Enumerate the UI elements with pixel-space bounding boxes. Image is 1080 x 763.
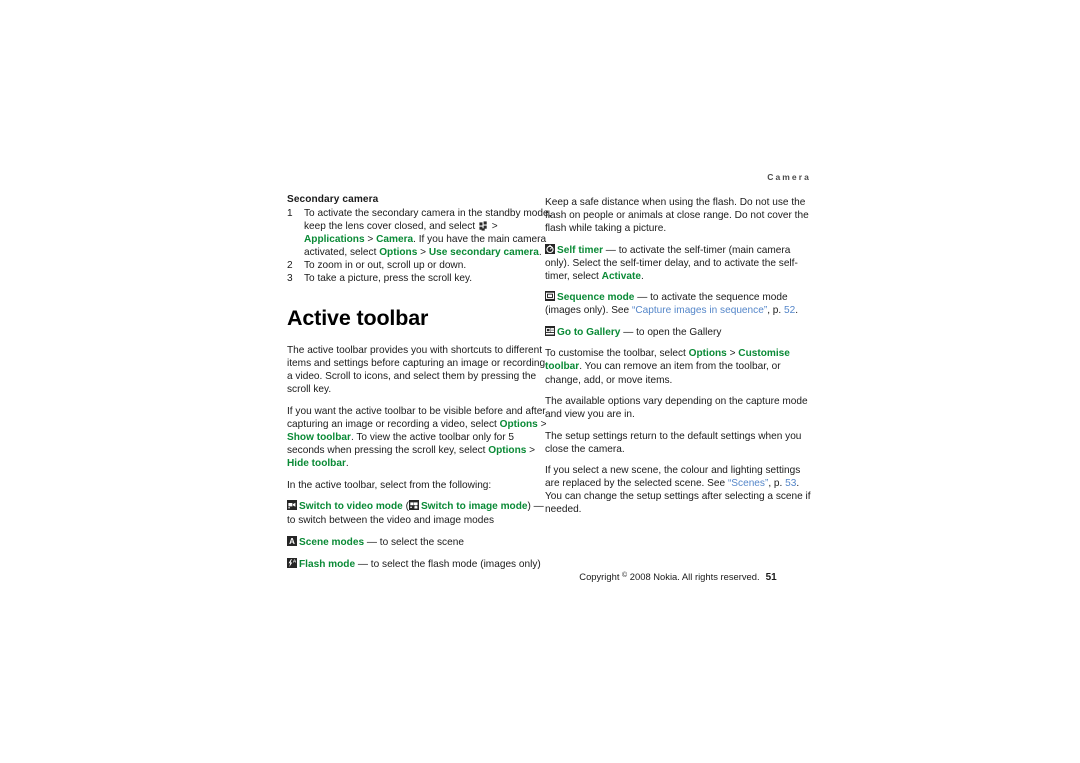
svg-text:A: A bbox=[289, 537, 295, 546]
flash-mode-icon: A bbox=[287, 557, 297, 568]
paragraph-select-following: In the active toolbar, select from the f… bbox=[287, 479, 492, 491]
toolbar-item-self-timer: Self timer — to activate the self-timer … bbox=[545, 243, 811, 283]
scene-modes-icon: A bbox=[287, 535, 297, 546]
image-mode-icon bbox=[408, 500, 419, 511]
ui-term-options: Options bbox=[488, 445, 527, 457]
toolbar-item-description: — to open the Gallery bbox=[620, 326, 722, 338]
cross-reference-link[interactable]: “Scenes” bbox=[728, 478, 768, 489]
text-fragment: . bbox=[345, 458, 349, 470]
toolbar-item-label: Sequence mode bbox=[557, 292, 635, 304]
toolbar-item-switch-mode: Switch to video mode (Switch to image mo… bbox=[287, 500, 553, 527]
page-title: Active toolbar bbox=[287, 306, 429, 331]
running-header: Camera bbox=[767, 172, 811, 182]
list-item: 3 To take a picture, press the scroll ke… bbox=[287, 272, 553, 285]
ui-term-show-toolbar: Show toolbar bbox=[287, 432, 351, 444]
right-column: Keep a safe distance when using the flas… bbox=[545, 196, 811, 525]
numbered-steps-list: 1 To activate the secondary camera in th… bbox=[287, 207, 553, 285]
video-mode-icon bbox=[287, 500, 297, 511]
step-text-fragment: To activate the secondary camera in the … bbox=[304, 208, 552, 233]
page-number: 51 bbox=[765, 572, 777, 583]
toolbar-item-label: Self timer bbox=[557, 244, 603, 256]
step-text: To activate the secondary camera in the … bbox=[304, 208, 551, 258]
sequence-mode-icon bbox=[545, 291, 555, 302]
paragraph-flash-warning: Keep a safe distance when using the flas… bbox=[545, 197, 809, 235]
ui-term-options: Options bbox=[499, 419, 538, 431]
toolbar-item-label: Flash mode bbox=[299, 558, 356, 570]
toolbar-item-description: — to select the flash mode (images only) bbox=[355, 558, 541, 570]
go-to-gallery-icon bbox=[545, 325, 555, 336]
text-fragment: > bbox=[726, 348, 739, 360]
step-text: To zoom in or out, scroll up or down. bbox=[304, 260, 467, 272]
text-fragment: . bbox=[640, 270, 644, 282]
ui-term-options: Options bbox=[379, 247, 418, 259]
text-fragment: , p. bbox=[767, 305, 785, 317]
ui-term-hide-toolbar: Hide toolbar bbox=[287, 458, 346, 470]
ui-term-camera: Camera bbox=[376, 234, 414, 246]
paragraph-show-hide-toolbar: If you want the active toolbar to be vis… bbox=[287, 405, 553, 470]
copyright-text-rest: 2008 Nokia. All rights reserved. bbox=[627, 571, 760, 582]
step-text-fragment: > bbox=[417, 247, 429, 259]
paragraph-setup-settings: The setup settings return to the default… bbox=[545, 430, 802, 455]
self-timer-icon bbox=[545, 243, 555, 254]
step-text-fragment: > bbox=[488, 221, 498, 233]
cross-reference-link[interactable]: “Capture images in sequence” bbox=[632, 305, 767, 316]
toolbar-item-description: — to select the scene bbox=[364, 536, 464, 548]
cross-reference-page-link[interactable]: 53 bbox=[785, 478, 796, 489]
step-text: To take a picture, press the scroll key. bbox=[304, 273, 473, 285]
list-item: 1 To activate the secondary camera in th… bbox=[287, 207, 553, 259]
ui-term-use-secondary-camera: Use secondary camera bbox=[428, 247, 539, 259]
step-text-fragment: . bbox=[538, 247, 542, 259]
toolbar-item-flash-mode: A Flash mode — to select the flash mode (… bbox=[287, 557, 553, 572]
ui-term-options: Options bbox=[688, 348, 727, 360]
toolbar-item-scene-modes: A Scene modes — to select the scene bbox=[287, 535, 553, 550]
text-fragment: . You can remove an item from the toolba… bbox=[545, 361, 781, 386]
step-text-fragment: > bbox=[364, 234, 377, 246]
text-fragment: To customise the toolbar, select bbox=[545, 348, 689, 360]
left-column: Secondary camera 1 To activate the secon… bbox=[287, 193, 553, 580]
toolbar-item-label: Switch to video mode bbox=[299, 501, 403, 513]
toolbar-item-label: Switch to image mode bbox=[420, 501, 528, 513]
toolbar-item-label: Scene modes bbox=[299, 536, 365, 548]
step-number: 2 bbox=[287, 260, 293, 272]
step-number: 3 bbox=[287, 273, 293, 285]
document-page: Camera Secondary camera 1 To activate th… bbox=[0, 0, 1080, 763]
text-fragment: > bbox=[526, 445, 536, 457]
toolbar-item-label: Go to Gallery bbox=[557, 326, 621, 338]
toolbar-item-sequence-mode: Sequence mode — to activate the sequence… bbox=[545, 291, 811, 317]
cross-reference-page-link[interactable]: 52 bbox=[784, 305, 795, 316]
ui-term-applications: Applications bbox=[304, 234, 365, 246]
menu-key-icon bbox=[479, 220, 488, 231]
list-item: 2 To zoom in or out, scroll up or down. bbox=[287, 259, 553, 272]
step-number: 1 bbox=[287, 208, 293, 219]
toolbar-item-go-to-gallery: Go to Gallery — to open the Gallery bbox=[545, 325, 811, 339]
subheading-secondary-camera: Secondary camera bbox=[287, 194, 379, 205]
ui-term-activate: Activate bbox=[601, 270, 641, 282]
paragraph-new-scene: If you select a new scene, the colour an… bbox=[545, 464, 811, 516]
chapter-heading-wrap: Active toolbar bbox=[287, 306, 553, 330]
page-footer: Copyright © 2008 Nokia. All rights reser… bbox=[545, 571, 811, 583]
copyright-text: Copyright bbox=[579, 571, 623, 582]
paragraph-options-vary: The available options vary depending on … bbox=[545, 396, 808, 421]
text-fragment: . bbox=[795, 305, 799, 317]
paragraph-customise-toolbar: To customise the toolbar, select Options… bbox=[545, 347, 811, 386]
text-fragment: , p. bbox=[768, 478, 786, 490]
paragraph-active-toolbar-intro: The active toolbar provides you with sho… bbox=[287, 345, 546, 396]
